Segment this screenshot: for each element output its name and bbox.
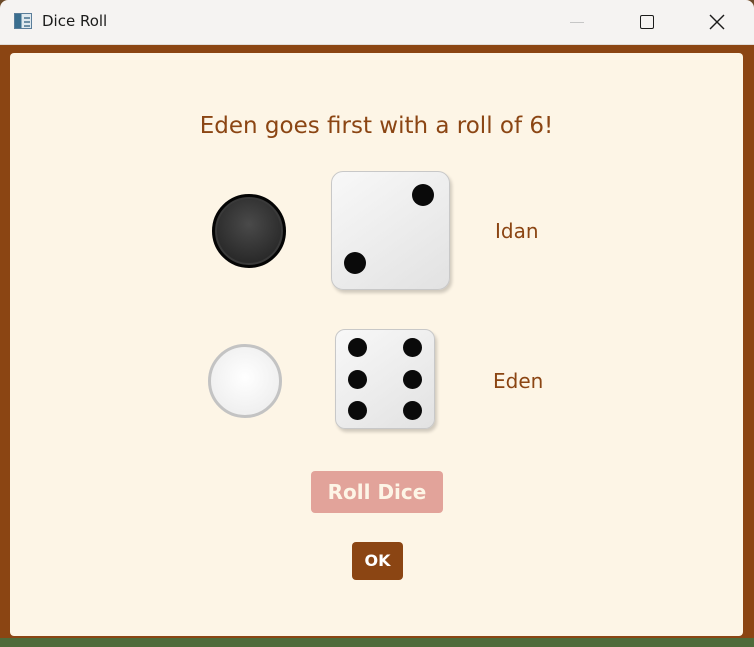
close-icon bbox=[709, 14, 725, 30]
die-player-1 bbox=[331, 171, 450, 290]
ok-button[interactable]: OK bbox=[352, 542, 403, 580]
die-pip bbox=[412, 184, 435, 207]
die-pip bbox=[402, 338, 422, 358]
close-button[interactable] bbox=[682, 0, 752, 44]
maximize-button[interactable] bbox=[612, 0, 682, 44]
window-app-icon bbox=[14, 13, 32, 29]
first-player-message: Eden goes first with a roll of 6! bbox=[199, 113, 554, 139]
die-pip bbox=[402, 400, 422, 420]
minimize-button[interactable] bbox=[542, 0, 612, 44]
window-title: Dice Roll bbox=[42, 12, 108, 30]
die-pip bbox=[344, 252, 367, 275]
dialog-content: Eden goes first with a roll of 6! Idan E… bbox=[10, 53, 743, 636]
dice-roll-window: Dice Roll Eden goes first with a roll of… bbox=[0, 0, 754, 647]
player-1-name: Idan bbox=[495, 219, 539, 243]
player-2-name: Eden bbox=[493, 369, 544, 393]
die-pip bbox=[402, 369, 422, 389]
light-checker-icon bbox=[208, 344, 282, 418]
die-pip bbox=[348, 338, 368, 358]
die-pip bbox=[348, 369, 368, 389]
dark-checker-icon bbox=[212, 194, 286, 268]
die-pip bbox=[348, 400, 368, 420]
background-strip bbox=[0, 638, 754, 647]
title-bar[interactable]: Dice Roll bbox=[0, 0, 754, 45]
roll-dice-button[interactable]: Roll Dice bbox=[311, 471, 443, 513]
die-player-2 bbox=[335, 329, 435, 429]
